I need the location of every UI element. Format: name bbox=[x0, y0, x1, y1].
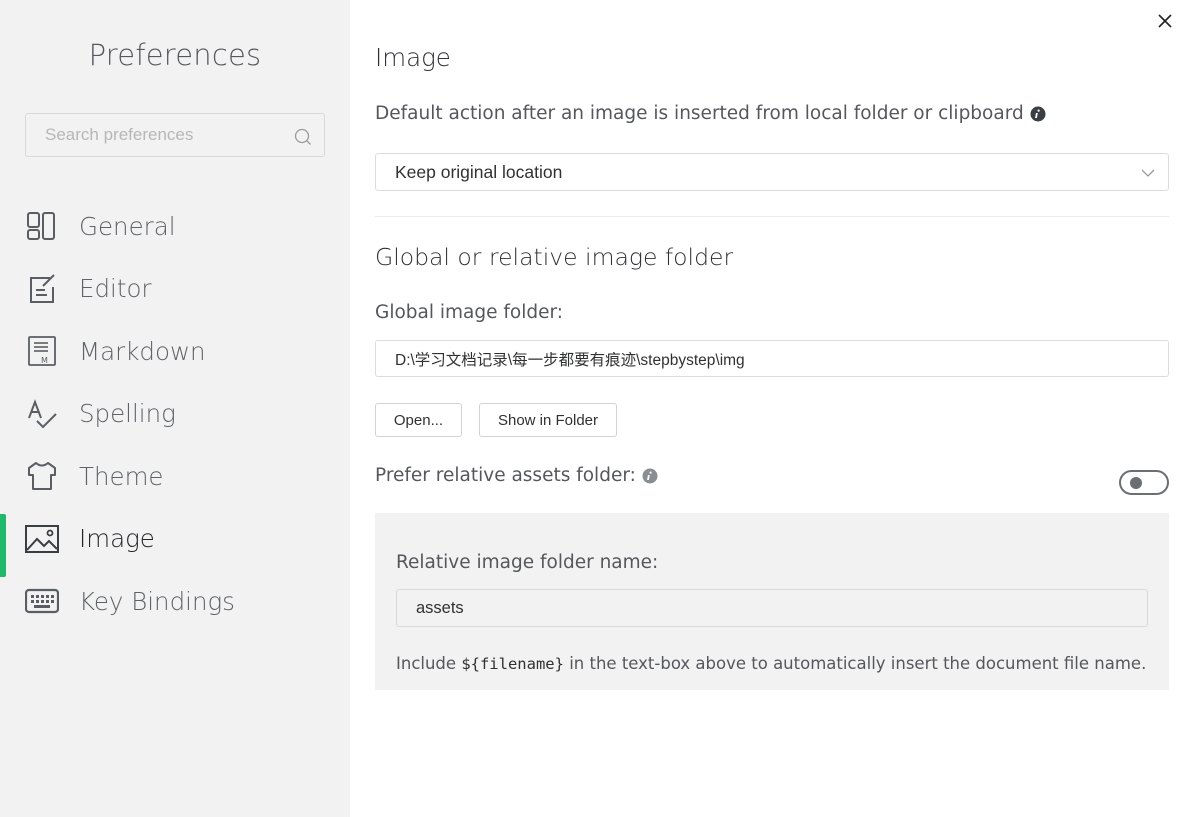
relative-folder-input[interactable] bbox=[396, 589, 1148, 627]
prefer-relative-toggle[interactable] bbox=[1119, 470, 1169, 495]
sidebar-item-label: Editor bbox=[79, 274, 152, 304]
theme-icon bbox=[25, 459, 59, 493]
sidebar-item-spelling[interactable]: Spelling bbox=[0, 383, 350, 446]
divider bbox=[375, 216, 1169, 217]
sidebar-item-image[interactable]: Image bbox=[0, 508, 350, 576]
sidebar-item-label: Key Bindings bbox=[79, 586, 235, 616]
sidebar-item-label: General bbox=[79, 211, 176, 241]
close-icon[interactable] bbox=[1154, 10, 1176, 32]
relative-folder-panel: Relative image folder name: Include ${fi… bbox=[375, 513, 1169, 690]
page-title: Image bbox=[375, 43, 451, 72]
section-title: Global or relative image folder bbox=[375, 243, 734, 271]
sidebar-item-label: Spelling bbox=[79, 399, 176, 429]
filename-hint: Include ${filename} in the text-box abov… bbox=[396, 654, 1146, 673]
markdown-icon: M bbox=[25, 334, 59, 368]
sidebar-item-general[interactable]: General bbox=[0, 195, 350, 258]
show-in-folder-button[interactable]: Show in Folder bbox=[479, 403, 617, 437]
general-icon bbox=[25, 209, 59, 243]
hint-suffix: in the text-box above to automatically i… bbox=[563, 654, 1147, 673]
default-action-select[interactable]: Keep original location bbox=[375, 153, 1169, 191]
relative-folder-label: Relative image folder name: bbox=[396, 552, 659, 573]
svg-text:M: M bbox=[41, 356, 48, 365]
toggle-knob bbox=[1130, 477, 1142, 489]
sidebar: Preferences General bbox=[0, 0, 350, 817]
image-icon bbox=[25, 522, 59, 556]
keyboard-icon bbox=[25, 584, 59, 618]
info-icon[interactable] bbox=[1030, 106, 1046, 122]
sidebar-item-theme[interactable]: Theme bbox=[0, 445, 350, 508]
global-folder-label: Global image folder: bbox=[375, 302, 564, 323]
search-input[interactable] bbox=[26, 114, 286, 156]
sidebar-item-label: Markdown bbox=[79, 336, 206, 366]
prefer-relative-text: Prefer relative assets folder: bbox=[375, 465, 636, 486]
global-folder-input[interactable] bbox=[375, 340, 1169, 377]
prefer-relative-label: Prefer relative assets folder: bbox=[375, 465, 658, 486]
sidebar-nav: General Editor M Markdown Spelling Theme… bbox=[0, 195, 350, 633]
sidebar-item-label: Image bbox=[79, 524, 155, 554]
sidebar-item-markdown[interactable]: M Markdown bbox=[0, 320, 350, 383]
hint-prefix: Include bbox=[396, 654, 462, 673]
default-action-label: Default action after an image is inserte… bbox=[375, 103, 1046, 124]
sidebar-item-editor[interactable]: Editor bbox=[0, 258, 350, 321]
editor-icon bbox=[25, 272, 59, 306]
open-button[interactable]: Open... bbox=[375, 403, 462, 437]
sidebar-title: Preferences bbox=[88, 38, 262, 72]
search-icon bbox=[294, 128, 311, 145]
spelling-icon bbox=[25, 397, 59, 431]
default-action-text: Default action after an image is inserte… bbox=[375, 103, 1024, 124]
sidebar-item-label: Theme bbox=[79, 461, 164, 491]
info-icon[interactable] bbox=[642, 468, 658, 484]
hint-code: ${filename} bbox=[461, 655, 564, 673]
search-box[interactable] bbox=[25, 113, 325, 157]
sidebar-item-key-bindings[interactable]: Key Bindings bbox=[0, 570, 350, 633]
select-value: Keep original location bbox=[395, 161, 563, 182]
chevron-down-icon bbox=[1141, 169, 1155, 177]
